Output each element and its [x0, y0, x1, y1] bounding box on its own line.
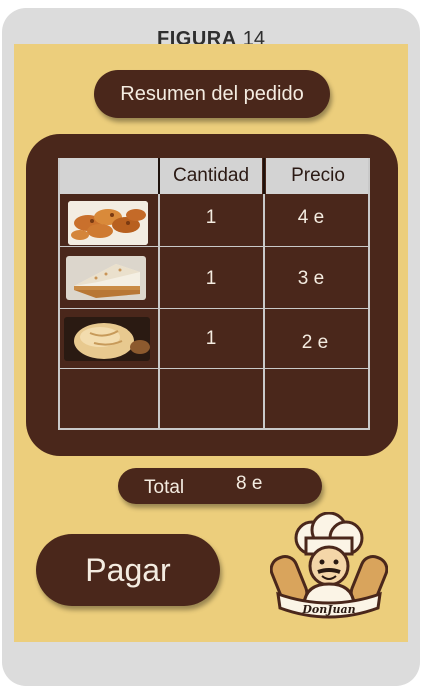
column-divider: [158, 194, 160, 430]
chef-logo-icon: DonJuan: [269, 511, 389, 624]
logo-text: DonJuan: [301, 603, 355, 616]
row-2-price: 3 e: [297, 268, 325, 289]
bread-loaf-image: [64, 317, 150, 361]
row-3-price: 2 e: [301, 332, 329, 353]
table-border-left: [58, 158, 60, 430]
header-quantity: Cantidad: [160, 158, 262, 194]
row-divider: [58, 308, 370, 309]
header-price: Precio: [266, 158, 370, 194]
header-divider: [158, 158, 160, 194]
total-bar: Total 8 e: [118, 468, 322, 504]
total-label: Total: [144, 477, 185, 498]
app-screen: Resumen del pedido Cantidad Precio 1 4 e…: [14, 44, 408, 642]
column-divider: [263, 194, 265, 430]
total-value: 8 e: [236, 473, 263, 494]
pastry-image: [68, 201, 148, 245]
row-2-quantity: 1: [205, 268, 217, 289]
order-summary-title: Resumen del pedido: [94, 70, 330, 118]
row-divider: [58, 368, 370, 369]
pay-button[interactable]: Pagar: [36, 534, 220, 606]
bottom-bar: [14, 642, 408, 686]
table-border-right: [368, 158, 370, 430]
header-image-cell: [58, 158, 158, 194]
row-1-quantity: 1: [205, 207, 217, 228]
order-table: Cantidad Precio 1 4 e 1 3 e 1 2 e: [58, 158, 370, 430]
header-divider: [263, 158, 265, 194]
row-1-price: 4 e: [297, 207, 325, 228]
row-divider: [58, 246, 370, 247]
row-3-quantity: 1: [205, 328, 217, 349]
table-border-bottom: [58, 428, 370, 430]
cake-slice-image: [66, 256, 146, 300]
order-table-panel: Cantidad Precio 1 4 e 1 3 e 1 2 e: [26, 134, 398, 456]
